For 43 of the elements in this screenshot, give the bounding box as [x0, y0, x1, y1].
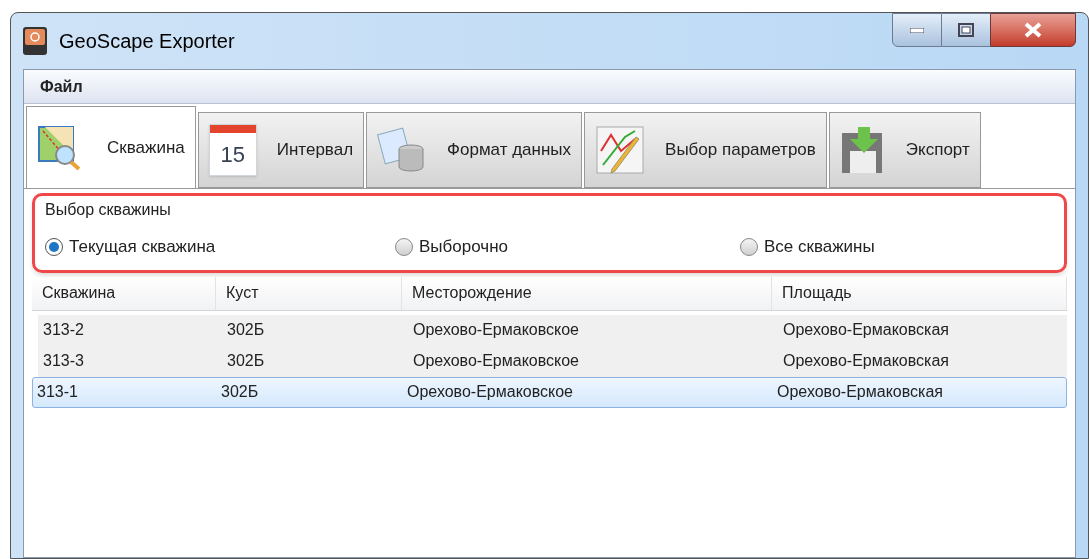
menu-item[interactable]: Файл	[36, 74, 87, 99]
tab[interactable]: Формат данных	[366, 112, 583, 188]
table-cell-text: Орехово-Ермаковское	[412, 351, 580, 371]
table-row[interactable]: 313-1 302Б Орехово-Ермаковское Орехово-Ермаковская	[32, 376, 1067, 408]
table-cell-text: Орехово-Ермаковская	[782, 320, 950, 340]
radio-button[interactable]	[395, 237, 413, 256]
minimize-icon	[910, 27, 924, 33]
radio-button[interactable]	[740, 237, 758, 256]
tab[interactable]: Экспорт	[828, 112, 981, 188]
minimize-button[interactable]	[892, 13, 942, 47]
table-cell-text: 313-3	[42, 351, 85, 371]
app-icon	[23, 27, 47, 55]
column-header[interactable]: Куст	[216, 276, 402, 310]
table-cell-text: 302Б	[226, 351, 266, 371]
table-cell-text: Орехово-Ермаковское	[412, 320, 580, 340]
table-cell-text: 313-2	[42, 320, 85, 340]
column-header[interactable]: Площадь	[772, 276, 1067, 310]
column-header[interactable]: Скважина	[32, 276, 216, 310]
maximize-icon	[958, 23, 974, 37]
table-cell-text: Орехово-Ермаковское	[406, 382, 574, 402]
table-cell-text: Орехово-Ермаковская	[776, 382, 944, 402]
table-cell-text: 302Б	[226, 320, 266, 340]
radio-option[interactable]: Все скважины	[740, 234, 875, 260]
table-cell-text: Орехово-Ермаковская	[782, 351, 950, 371]
close-icon	[1024, 22, 1042, 38]
tab[interactable]: 15 Интервал	[197, 112, 365, 188]
table-row[interactable]: 313-2 302Б Орехово-Ермаковское Орехово-Ермаковская	[38, 314, 1067, 346]
radio-option[interactable]: Текущая скважина	[45, 234, 216, 260]
chart-pencil-icon	[595, 125, 646, 175]
maximize-button[interactable]	[942, 13, 990, 47]
radio-button[interactable]	[45, 237, 63, 256]
calendar-icon: 15	[208, 124, 257, 176]
window-title: GeoScape Exporter	[59, 29, 235, 54]
tab[interactable]: Выбор параметров	[584, 112, 827, 188]
radio-option[interactable]: Выборочно	[395, 234, 508, 260]
table-cell-text: 302Б	[220, 382, 260, 402]
table-cell-text: 313-1	[36, 382, 79, 402]
close-button[interactable]	[990, 13, 1076, 47]
table-row[interactable]: 313-3 302Б Орехово-Ермаковское Орехово-Ермаковская	[38, 345, 1067, 377]
column-header[interactable]: Месторождение	[402, 276, 772, 310]
tab[interactable]: Скважина	[26, 106, 196, 188]
group-box-title: Выбор скважины	[45, 200, 172, 220]
map-magnifier-icon	[37, 124, 83, 171]
